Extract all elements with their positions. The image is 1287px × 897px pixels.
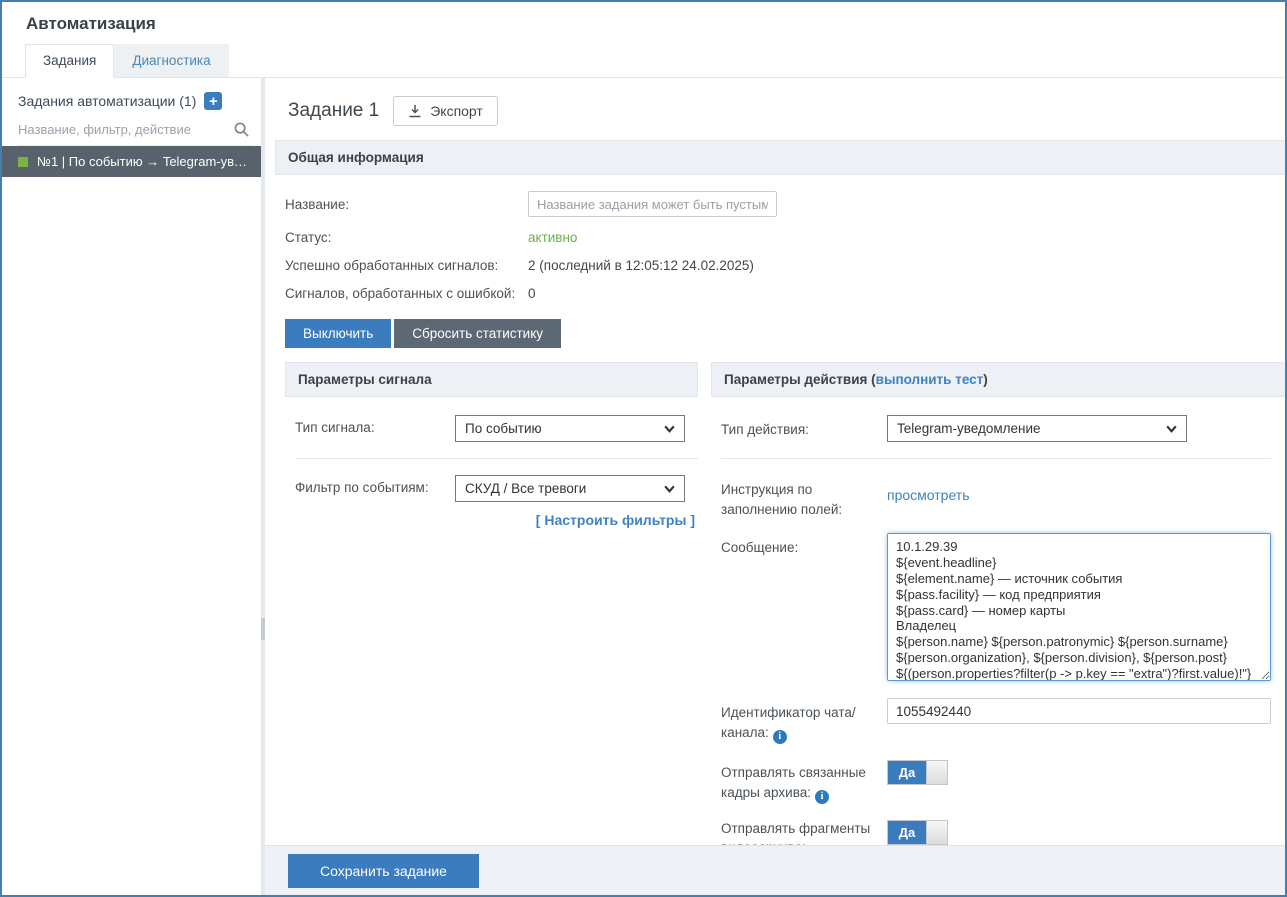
tab-tasks[interactable]: Задания: [25, 44, 114, 78]
name-label: Название:: [285, 197, 528, 212]
reset-stats-button[interactable]: Сбросить статистику: [394, 319, 561, 348]
event-filter-value: СКУД / Все тревоги: [465, 481, 586, 496]
message-label: Сообщение:: [721, 533, 887, 684]
tasks-sidebar: Задания автоматизации (1) + №1 | По собы…: [2, 78, 261, 895]
signal-params-header: Параметры сигнала: [285, 362, 698, 397]
send-frames-label-text: Отправлять связанные кадры архива:: [721, 765, 866, 800]
task-search-input[interactable]: [18, 122, 234, 137]
event-filter-select[interactable]: СКУД / Все тревоги: [455, 475, 685, 502]
chevron-down-icon: [663, 482, 676, 495]
export-button[interactable]: Экспорт: [393, 96, 498, 126]
action-type-select[interactable]: Telegram-уведомление: [887, 415, 1187, 442]
signal-type-select[interactable]: По событию: [455, 415, 685, 442]
success-signals-value: 2 (последний в 12:05:12 24.02.2025): [528, 258, 754, 273]
error-signals-value: 0: [528, 286, 536, 301]
action-header-text: Параметры действия (: [724, 372, 876, 387]
send-frames-label: Отправлять связанные кадры архива:i: [721, 758, 887, 804]
action-type-value: Telegram-уведомление: [897, 421, 1041, 436]
view-instruction-link[interactable]: просмотреть: [887, 487, 969, 503]
configure-filters-link[interactable]: [ Настроить фильтры ]: [465, 512, 695, 528]
signal-params-panel: Параметры сигнала Тип сигнала: По событи…: [285, 362, 698, 845]
success-signals-label: Успешно обработанных сигналов:: [285, 258, 528, 273]
chat-id-label: Идентификатор чата/канала:i: [721, 698, 887, 744]
tab-diagnostics[interactable]: Диагностика: [114, 44, 228, 77]
save-task-button[interactable]: Сохранить задание: [288, 854, 479, 888]
status-label: Статус:: [285, 230, 528, 245]
chevron-down-icon: [1165, 422, 1178, 435]
message-textarea[interactable]: 10.1.29.39 ${event.headline} ${element.n…: [887, 533, 1271, 681]
disable-button[interactable]: Выключить: [285, 319, 391, 348]
info-icon[interactable]: i: [815, 790, 829, 804]
task-name-input[interactable]: [528, 191, 777, 217]
status-value: активно: [528, 230, 577, 245]
task-title: Задание 1: [288, 100, 379, 122]
task-item-label: №1 | По событию → Telegram-увед...: [37, 154, 251, 169]
task-detail-panel: Задание 1 Экспорт Общая информация Назва…: [265, 78, 1285, 845]
task-status-square-icon: [18, 157, 28, 167]
app-header: Автоматизация: [2, 2, 1285, 44]
action-params-panel: Параметры действия (выполнить тест) Тип …: [711, 362, 1285, 845]
sidebar-title: Задания автоматизации (1): [18, 93, 196, 109]
tabbar: Задания Диагностика: [2, 44, 1285, 78]
action-params-header: Параметры действия (выполнить тест): [711, 362, 1285, 397]
send-frames-toggle[interactable]: Да: [887, 760, 948, 785]
info-icon[interactable]: i: [773, 730, 787, 744]
action-header-suffix: ): [983, 372, 988, 387]
event-filter-label: Фильтр по событиям:: [295, 475, 455, 502]
export-button-label: Экспорт: [430, 103, 483, 119]
task-list-item[interactable]: №1 | По событию → Telegram-увед...: [2, 146, 261, 177]
error-signals-label: Сигналов, обработанных с ошибкой:: [285, 286, 528, 301]
toggle-knob: [926, 761, 947, 784]
signal-type-value: По событию: [465, 421, 542, 436]
run-test-link[interactable]: выполнить тест: [876, 372, 984, 387]
chat-id-label-text: Идентификатор чата/канала:: [721, 705, 856, 740]
task-search: [18, 122, 253, 146]
toggle-on-label: Да: [888, 821, 926, 844]
chevron-down-icon: [663, 422, 676, 435]
general-info-header: Общая информация: [275, 140, 1285, 175]
footer-bar: Сохранить задание: [265, 845, 1285, 895]
action-type-label: Тип действия:: [721, 415, 887, 442]
search-icon: [234, 122, 249, 137]
send-fragments-toggle[interactable]: Да: [887, 820, 948, 845]
download-icon: [408, 104, 422, 118]
divider-thumb[interactable]: [261, 618, 265, 640]
send-fragments-label: Отправлять фрагменты видеоархива:: [721, 814, 887, 845]
toggle-knob: [926, 821, 947, 844]
instruction-label: Инструкция по заполнению полей:: [721, 475, 887, 519]
toggle-on-label: Да: [888, 761, 926, 784]
signal-type-label: Тип сигнала:: [295, 415, 455, 442]
sidebar-divider[interactable]: [261, 78, 265, 895]
automation-window: Автоматизация Задания Диагностика Задани…: [0, 0, 1287, 897]
chat-id-input[interactable]: [887, 698, 1271, 724]
page-title: Автоматизация: [26, 14, 1261, 34]
add-task-button[interactable]: +: [204, 92, 222, 110]
